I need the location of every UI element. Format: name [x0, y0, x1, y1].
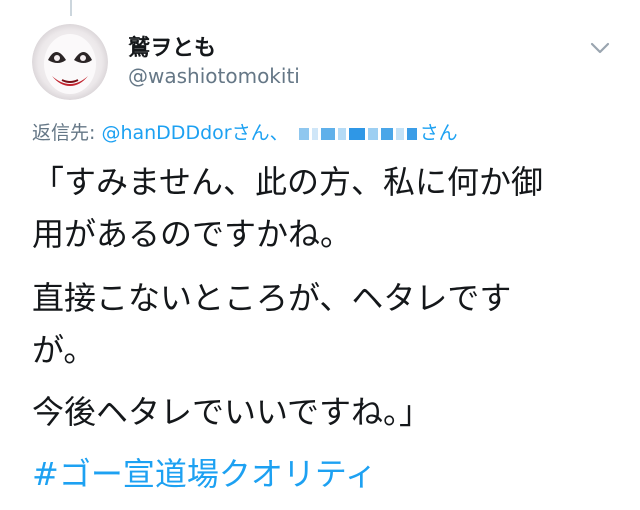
tweet-text-line-2: 用があるのですかね。 [32, 215, 353, 253]
tweet-text-line-5: 今後ヘタレでいいですね。」 [32, 393, 432, 431]
reply-mention-1[interactable]: @hanDDDdor [101, 122, 231, 144]
avatar[interactable] [32, 24, 108, 100]
author-display-name[interactable]: 鷲ヲとも [128, 30, 216, 62]
reply-mention-1-suffix[interactable]: さん、 [232, 122, 289, 144]
tweet-text-line-3: 直接こないところが、ヘタレです [32, 279, 512, 317]
reply-to-line: 返信先: @hanDDDdorさん、 さん [32, 118, 458, 145]
reply-to-prefix: 返信先: [32, 122, 96, 144]
tweet-text-line-4: が。 [32, 331, 96, 369]
joker-face-avatar-icon [32, 24, 108, 100]
author-handle[interactable]: @washiotomokiti [128, 64, 300, 88]
reply-mention-2-suffix[interactable]: さん [420, 122, 458, 144]
redacted-mention-2[interactable] [298, 122, 420, 144]
hashtag-link[interactable]: #ゴー宣道場クオリティ [32, 452, 377, 496]
thread-connector-line [70, 0, 72, 16]
tweet-text-line-1: 「すみません、此の方、私に何か御 [32, 163, 544, 201]
chevron-down-icon[interactable] [588, 36, 612, 60]
